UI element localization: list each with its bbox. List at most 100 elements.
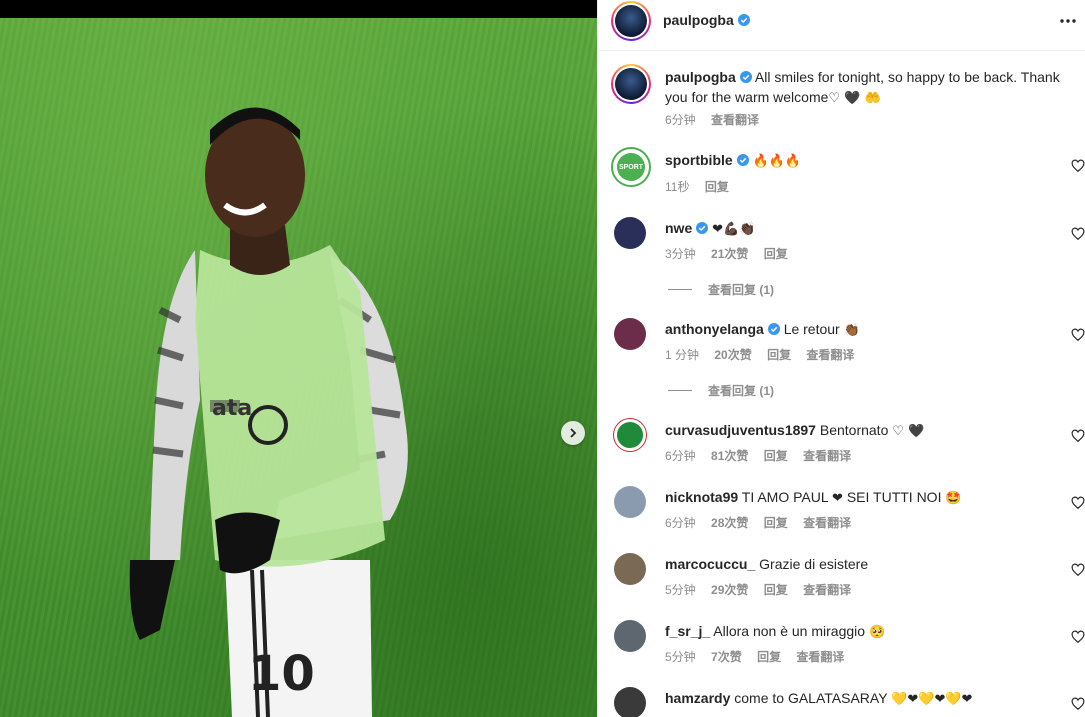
verified-icon (739, 71, 752, 83)
next-image-button[interactable] (561, 421, 585, 445)
like-comment-button[interactable] (1071, 563, 1085, 577)
comment-likes[interactable]: 28次赞 (711, 516, 748, 530)
comment-likes[interactable]: 29次赞 (711, 583, 748, 597)
comment-emojis-inline: ❤ (832, 491, 843, 506)
comment-time: 1 分钟 (665, 348, 700, 362)
comment-likes[interactable]: 7次赞 (711, 650, 742, 664)
player-image: 10 ata (129, 107, 408, 717)
verified-icon (696, 222, 709, 234)
comment-avatar[interactable] (614, 419, 646, 451)
caption-username[interactable]: paulpogba (665, 69, 736, 85)
like-comment-button[interactable] (1071, 159, 1085, 173)
caption-emojis: ♡ 🖤 🤲 (828, 91, 881, 106)
like-comment-button[interactable] (1071, 227, 1085, 241)
comment-username[interactable]: marcocuccu_ (665, 556, 755, 572)
caption-translate-link[interactable]: 查看翻译 (711, 113, 759, 127)
comment-avatar[interactable] (614, 687, 646, 717)
replies-divider (668, 390, 692, 391)
replies-divider (668, 289, 692, 290)
verified-icon (737, 14, 750, 26)
comment-likes[interactable]: 81次赞 (711, 449, 748, 463)
reply-link[interactable]: 回复 (705, 180, 729, 194)
comment-time: 6分钟 (665, 516, 696, 530)
comment-username[interactable]: nicknota99 (665, 489, 738, 505)
translate-link[interactable]: 查看翻译 (803, 516, 851, 530)
more-options-button[interactable] (1056, 9, 1080, 33)
like-comment-button[interactable] (1071, 429, 1085, 443)
reply-link[interactable]: 回复 (764, 516, 788, 530)
comment-username[interactable]: curvasudjuventus1897 (665, 422, 816, 438)
comment-avatar[interactable]: SPORT (611, 147, 651, 187)
post-header: paulpogba (598, 0, 1085, 51)
comment-emojis: ❤💪🏿👏🏿 (712, 222, 756, 237)
comment-text: Le retour (783, 321, 840, 337)
comment-text: Bentornato (819, 422, 889, 438)
more-icon (1060, 19, 1076, 23)
like-comment-button[interactable] (1071, 328, 1085, 342)
like-comment-button[interactable] (1071, 697, 1085, 711)
translate-link[interactable]: 查看翻译 (803, 449, 851, 463)
chevron-right-icon (570, 428, 577, 438)
comment-emojis: 🤩 (945, 491, 962, 506)
comment-emojis: 💛❤💛❤💛❤ (891, 692, 973, 707)
verified-icon (736, 154, 749, 166)
caption-time: 6分钟 (665, 113, 696, 127)
comment-emojis: 🥺 (868, 625, 886, 640)
view-replies-button[interactable]: 查看回复 (1) (668, 382, 774, 399)
comment-text: come to GALATASARAY (734, 690, 888, 706)
comment-avatar[interactable] (614, 620, 646, 652)
comment-username[interactable]: hamzardy (665, 690, 730, 706)
view-replies-button[interactable]: 查看回复 (1) (668, 281, 774, 298)
comment-time: 6分钟 (665, 449, 696, 463)
heart-icon (1071, 496, 1085, 510)
comment-emojis: ♡ 🖤 (892, 424, 925, 439)
heart-icon (1071, 429, 1085, 443)
comment-text: Grazie di esistere (759, 556, 869, 572)
translate-link[interactable]: 查看翻译 (796, 650, 844, 664)
comment-avatar[interactable] (614, 318, 646, 350)
author-username[interactable]: paulpogba (663, 12, 734, 28)
comment-avatar[interactable] (614, 553, 646, 585)
comment-username[interactable]: f_sr_j_ (665, 623, 710, 639)
comment-avatar[interactable] (614, 486, 646, 518)
comment-username[interactable]: anthonyelanga (665, 321, 764, 337)
svg-text:10: 10 (248, 646, 315, 702)
comments-panel: paulpogba paulpogba All smiles for tonig… (597, 0, 1085, 717)
reply-link[interactable]: 回复 (767, 348, 791, 362)
heart-icon (1071, 697, 1085, 711)
svg-text:ata: ata (212, 396, 252, 421)
comment-text-2: SEI TUTTI NOI (846, 489, 942, 505)
reply-link[interactable]: 回复 (764, 247, 788, 261)
like-comment-button[interactable] (1071, 630, 1085, 644)
comment-username[interactable]: nwe (665, 220, 692, 236)
translate-link[interactable]: 查看翻译 (806, 348, 854, 362)
view-replies-label: 查看回复 (1) (708, 283, 775, 297)
comment-time: 5分钟 (665, 583, 696, 597)
comment-emojis: 🔥🔥🔥 (752, 154, 802, 169)
reply-link[interactable]: 回复 (764, 583, 788, 597)
comment-time: 3分钟 (665, 247, 696, 261)
comment-likes[interactable]: 20次赞 (714, 348, 751, 362)
comment-likes[interactable]: 21次赞 (711, 247, 748, 261)
verified-icon (767, 323, 780, 335)
comment-time: 11秒 (665, 180, 690, 194)
caption-avatar[interactable] (611, 64, 651, 104)
heart-icon (1071, 630, 1085, 644)
heart-icon (1071, 563, 1085, 577)
heart-icon (1071, 328, 1085, 342)
author-avatar[interactable] (611, 1, 651, 41)
heart-icon (1071, 227, 1085, 241)
like-comment-button[interactable] (1071, 496, 1085, 510)
reply-link[interactable]: 回复 (764, 449, 788, 463)
reply-link[interactable]: 回复 (757, 650, 781, 664)
post-photo: 10 ata (0, 0, 597, 717)
comment-username[interactable]: sportbible (665, 152, 733, 168)
comment-time: 5分钟 (665, 650, 696, 664)
comment-text: Allora non è un miraggio (713, 623, 866, 639)
view-replies-label: 查看回复 (1) (708, 384, 775, 398)
comment-text: TI AMO PAUL (741, 489, 829, 505)
comment-avatar[interactable] (614, 217, 646, 249)
comment-emojis: 👏🏾 (843, 323, 860, 338)
translate-link[interactable]: 查看翻译 (803, 583, 851, 597)
heart-icon (1071, 159, 1085, 173)
